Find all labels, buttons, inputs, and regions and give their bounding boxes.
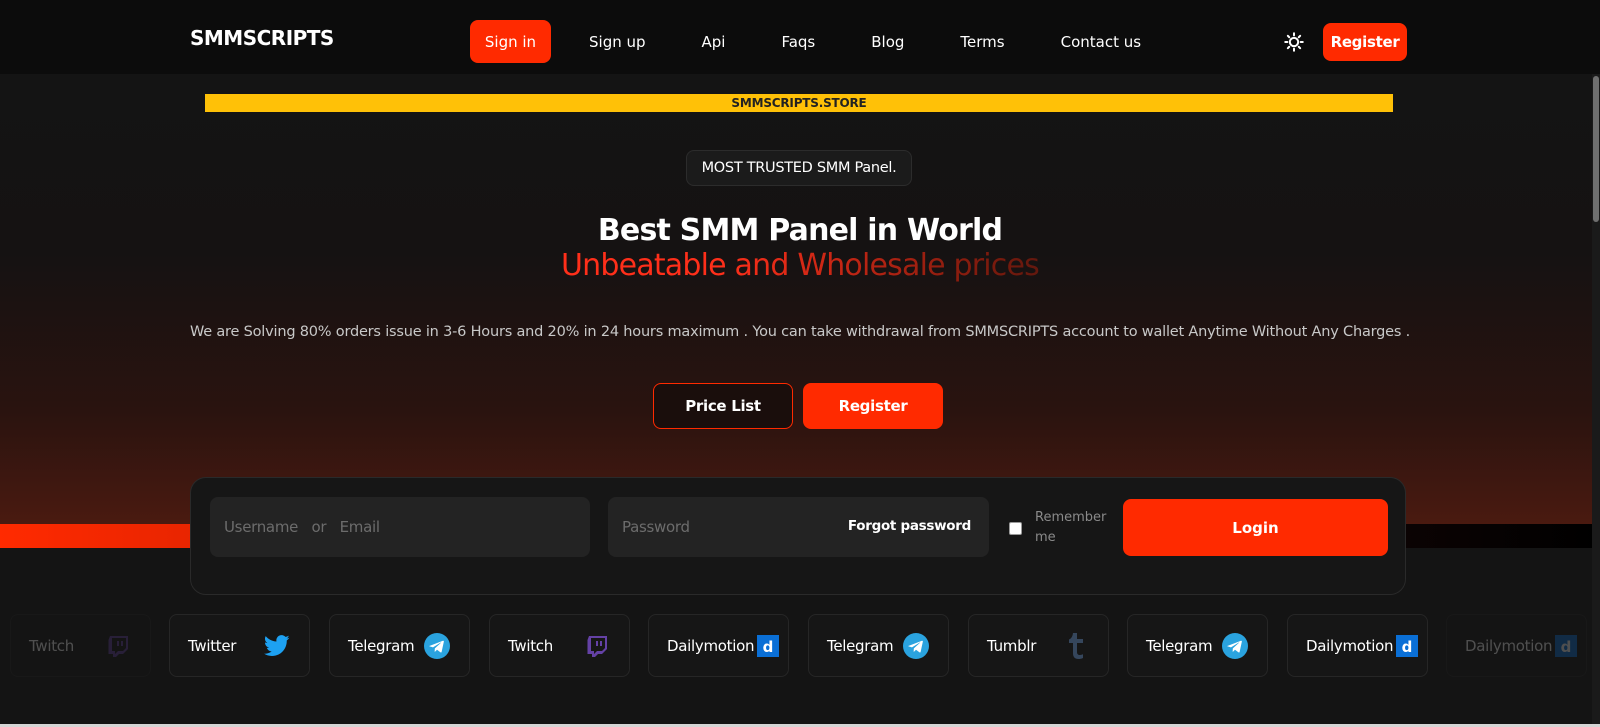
dailymotion-icon: d: [1393, 632, 1421, 660]
social-card-telegram[interactable]: Telegram: [329, 614, 470, 677]
remember-me-label: Remember me: [1035, 510, 1107, 545]
hero-background: [0, 74, 1600, 524]
brand-logo[interactable]: SMMSCRIPTS: [190, 26, 334, 50]
telegram-icon: [1221, 632, 1249, 660]
announcement-banner: SMMSCRIPTS.STORE: [205, 94, 1393, 112]
nav-sign-up[interactable]: Sign up: [571, 20, 664, 63]
social-name: Telegram: [827, 636, 894, 655]
twitch-icon: [583, 632, 611, 660]
remember-me-checkbox[interactable]: [1009, 521, 1022, 535]
tumblr-icon: [1062, 632, 1090, 660]
svg-text:d: d: [763, 638, 774, 656]
price-list-button[interactable]: Price List: [653, 383, 793, 429]
nav-faqs[interactable]: Faqs: [763, 20, 833, 63]
social-card-twitter[interactable]: Twitter: [169, 614, 310, 677]
social-card-tumblr[interactable]: Tumblr: [968, 614, 1109, 677]
social-name: Twitter: [188, 636, 237, 655]
nav-api[interactable]: Api: [684, 20, 744, 63]
password-field-wrapper: Forgot password: [608, 497, 989, 557]
hero-description: We are Solving 80% orders issue in 3-6 H…: [189, 324, 1411, 340]
twitch-icon: [104, 632, 132, 660]
hero-register-button[interactable]: Register: [803, 383, 943, 429]
scrollbar-thumb[interactable]: [1593, 76, 1599, 222]
social-card-dailymotion[interactable]: Dailymotion d: [1287, 614, 1428, 677]
social-name: Dailymotion: [1306, 636, 1394, 655]
social-card-telegram[interactable]: Telegram: [1127, 614, 1268, 677]
svg-text:d: d: [1402, 638, 1413, 656]
social-name: Twitch: [29, 636, 74, 655]
nav-links: Sign in Sign up Api Faqs Blog Terms Cont…: [470, 20, 1179, 63]
social-platforms-marquee: Twitch Twitter Telegram Twitch Dailymoti…: [0, 614, 1600, 678]
hero-title: Best SMM Panel in World: [597, 213, 1003, 248]
svg-text:d: d: [1561, 638, 1572, 656]
social-name: Twitch: [508, 636, 553, 655]
social-name: Telegram: [348, 636, 415, 655]
dailymotion-icon: d: [754, 632, 782, 660]
navbar: SMMSCRIPTS Sign in Sign up Api Faqs Blog…: [0, 0, 1600, 74]
twitter-icon: [263, 632, 291, 660]
nav-sign-in[interactable]: Sign in: [470, 20, 551, 63]
login-button[interactable]: Login: [1123, 499, 1388, 556]
forgot-password-link[interactable]: Forgot password: [848, 518, 971, 534]
login-form: Forgot password Remember me Login: [190, 477, 1406, 595]
trust-pill: MOST TRUSTED SMM Panel.: [686, 150, 912, 186]
theme-toggle-sun-icon[interactable]: [1282, 30, 1306, 54]
username-input[interactable]: [224, 518, 576, 536]
telegram-icon: [902, 632, 930, 660]
social-card-telegram[interactable]: Telegram: [808, 614, 949, 677]
social-name: Telegram: [1146, 636, 1213, 655]
remember-me[interactable]: Remember me: [1009, 508, 1114, 548]
social-name: Tumblr: [987, 636, 1037, 655]
social-name: Dailymotion: [667, 636, 755, 655]
social-card-dailymotion[interactable]: Dailymotion d: [648, 614, 789, 677]
social-card-dailymotion[interactable]: Dailymotion d: [1446, 614, 1587, 677]
social-card-twitch[interactable]: Twitch: [10, 614, 151, 677]
nav-contact-us[interactable]: Contact us: [1043, 20, 1159, 63]
social-card-twitch[interactable]: Twitch: [489, 614, 630, 677]
hero-subtitle: Unbeatable and Wholesale prices: [0, 248, 1600, 283]
username-field-wrapper: [210, 497, 590, 557]
nav-register-button[interactable]: Register: [1323, 23, 1407, 61]
nav-blog[interactable]: Blog: [853, 20, 922, 63]
telegram-icon: [423, 632, 451, 660]
nav-terms[interactable]: Terms: [942, 20, 1022, 63]
social-name: Dailymotion: [1465, 636, 1553, 655]
dailymotion-icon: d: [1552, 632, 1580, 660]
